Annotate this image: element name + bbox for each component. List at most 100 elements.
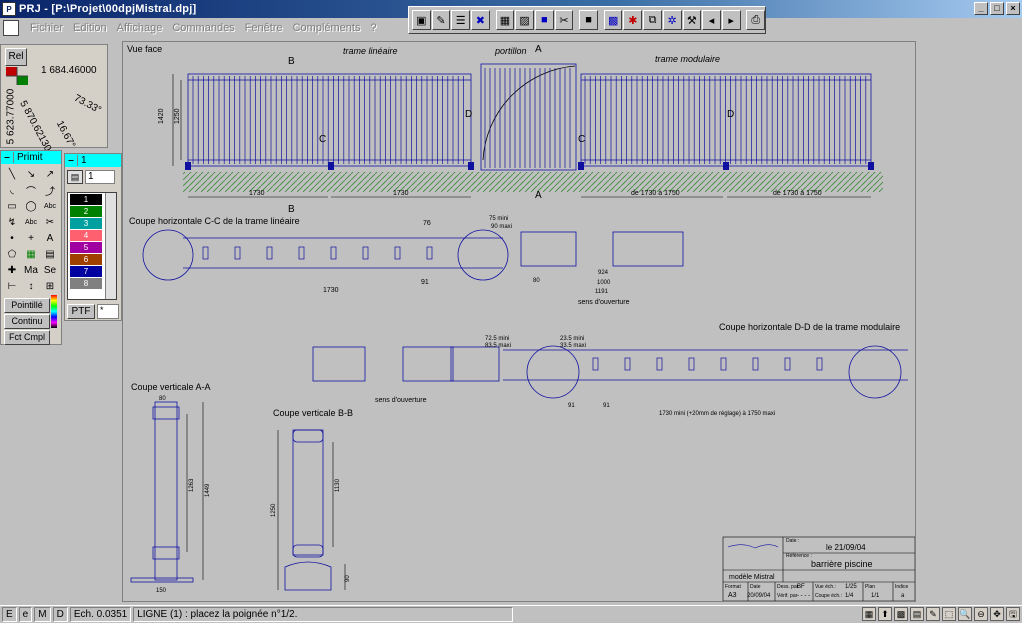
pointille-button[interactable]: Pointillé [4,298,50,313]
scissors-icon[interactable]: ✂ [554,10,574,30]
close-button[interactable]: × [1006,2,1020,15]
select-icon[interactable]: ▣ [412,10,431,30]
layer-item[interactable]: 6 [70,254,102,265]
polyline-tool-icon[interactable]: ↗ [41,167,59,182]
document-icon[interactable] [3,19,19,36]
slot [362,246,369,260]
layer-scrollbar[interactable] [105,193,116,299]
layer-item[interactable]: 7 [70,266,102,277]
menu-help[interactable]: ? [365,22,381,34]
circle-tool-icon[interactable]: ◯ [22,199,40,214]
layers-collapse-button[interactable]: – [65,155,77,166]
menu-commandes[interactable]: Commandes [167,22,239,34]
maximize-button[interactable]: □ [990,2,1004,15]
vertical-dimension-tool-icon[interactable]: ↕ [22,279,40,294]
grid-icon[interactable]: ▩ [894,607,908,621]
menu-edition[interactable]: Edition [68,22,112,34]
dimension-tool-icon[interactable]: ⊢ [3,279,21,294]
arrow-icon-2[interactable]: ▸ [721,10,741,30]
cut-tool-icon[interactable]: ✂ [41,215,59,230]
ptf-field[interactable]: * [97,304,119,319]
pan-icon[interactable]: ✥ [990,607,1004,621]
app-icon[interactable]: P [2,2,16,16]
layer-item[interactable]: 4 [70,230,102,241]
ma-tool-icon[interactable]: Ma [22,263,40,278]
mode-e-lower[interactable]: e [18,607,33,622]
mode-d[interactable]: D [52,607,68,622]
text-tool-icon[interactable]: Abc [41,199,59,214]
arrow-line-tool-icon[interactable]: ↘ [22,167,40,182]
edit-icon[interactable]: ✎ [431,10,451,30]
spline-tool-icon[interactable]: ⤴ [41,183,59,198]
slot [234,246,241,260]
table-tool-icon[interactable]: ⊞ [41,279,59,294]
cross-tool-icon[interactable]: + [22,231,40,246]
line-tool-icon[interactable]: ╲ [3,167,21,182]
wrench-icon[interactable]: ⚒ [682,10,702,30]
se-tool-icon[interactable]: Se [41,263,59,278]
color-strip[interactable] [51,295,57,328]
print-icon[interactable]: ⎙ [746,10,766,30]
ptf-button[interactable]: PTF [67,304,95,319]
tb-indice-label: Indice [895,584,909,590]
menu-fenetre[interactable]: Fenêtre [240,22,288,34]
continu-button[interactable]: Continu [4,314,50,329]
polygon-tool-icon[interactable]: ⬠ [3,247,21,262]
layer-item[interactable]: 1 [70,194,102,205]
image-tool-icon[interactable]: ▦ [22,247,40,262]
dim-76: 76 [423,220,431,227]
curve-tool-icon[interactable]: ⌒ [22,183,40,198]
copy-icon[interactable]: ⧉ [643,10,662,30]
menu-complements[interactable]: Compléments [288,22,366,34]
dim-924: 924 [598,270,609,276]
zoom-window-icon[interactable]: ⬚ [942,607,956,621]
dim-80-aa: 80 [159,396,166,402]
zoom-out-icon[interactable]: ⊖ [974,607,988,621]
coupe-bb-title: Coupe verticale B-B [273,408,353,418]
zoom-icon[interactable]: 🔍 [958,607,972,621]
layers-icon[interactable]: ☰ [451,10,471,30]
arrow-icon[interactable]: ◂ [702,10,721,30]
rel-button[interactable]: Rel [5,48,27,66]
layer-item[interactable]: 2 [70,206,102,217]
coord-y: 5 623.77000 [5,88,17,145]
blue-square-icon[interactable]: ■ [534,10,554,30]
fct-cmpl-button[interactable]: Fct Cmpl [4,330,50,345]
point-tool-icon[interactable]: • [3,231,21,246]
hatch-tool-icon[interactable]: ▤ [41,247,59,262]
grid-icon[interactable]: ▩ [603,10,623,30]
portillon-label: portillon [494,46,527,56]
dim-1730-b: 1730 [393,190,409,197]
collapse-button[interactable]: – [1,152,13,163]
menu-affichage[interactable]: Affichage [112,22,168,34]
black-square-icon[interactable]: ■ [579,10,598,30]
puzzle-icon[interactable]: ✲ [662,10,682,30]
break-tool-icon[interactable]: ↯ [3,215,21,230]
cursor-icon[interactable]: ⬆ [878,607,892,621]
close-icon[interactable]: ✖ [471,10,490,30]
mode-m[interactable]: M [34,607,51,622]
rectangle-tool-icon[interactable]: ▭ [3,199,21,214]
pen-icon[interactable]: ✎ [926,607,940,621]
tools-icon[interactable]: ✱ [623,10,643,30]
layer-icon[interactable]: ▤ [67,170,83,184]
annotation-tool-icon[interactable]: A [41,231,59,246]
mode-e-upper[interactable]: E [2,607,17,622]
layer-item[interactable]: 5 [70,242,102,253]
palette-icon[interactable]: ▦ [862,607,876,621]
title-block [722,536,915,601]
layer-item[interactable]: 8 [70,278,102,289]
save-icon[interactable]: 🖫 [1006,607,1020,621]
arc-tool-icon[interactable]: ◟ [3,183,21,198]
tb-indice: a [901,593,905,599]
drawing-canvas[interactable]: Vue face trame linéaire portillon trame … [122,41,916,602]
text-block-tool-icon[interactable]: Abc [22,215,40,230]
film-icon[interactable]: ▦ [495,10,515,30]
hatch-icon[interactable]: ▤ [910,607,924,621]
symbol-tool-icon[interactable]: ✚ [3,263,21,278]
menu-fichier[interactable]: Fichier [25,22,68,34]
minimize-button[interactable]: _ [974,2,988,15]
layer-item[interactable]: 3 [70,218,102,229]
color-icon[interactable]: ▨ [515,10,534,30]
current-layer-field[interactable]: 1 [85,170,115,184]
